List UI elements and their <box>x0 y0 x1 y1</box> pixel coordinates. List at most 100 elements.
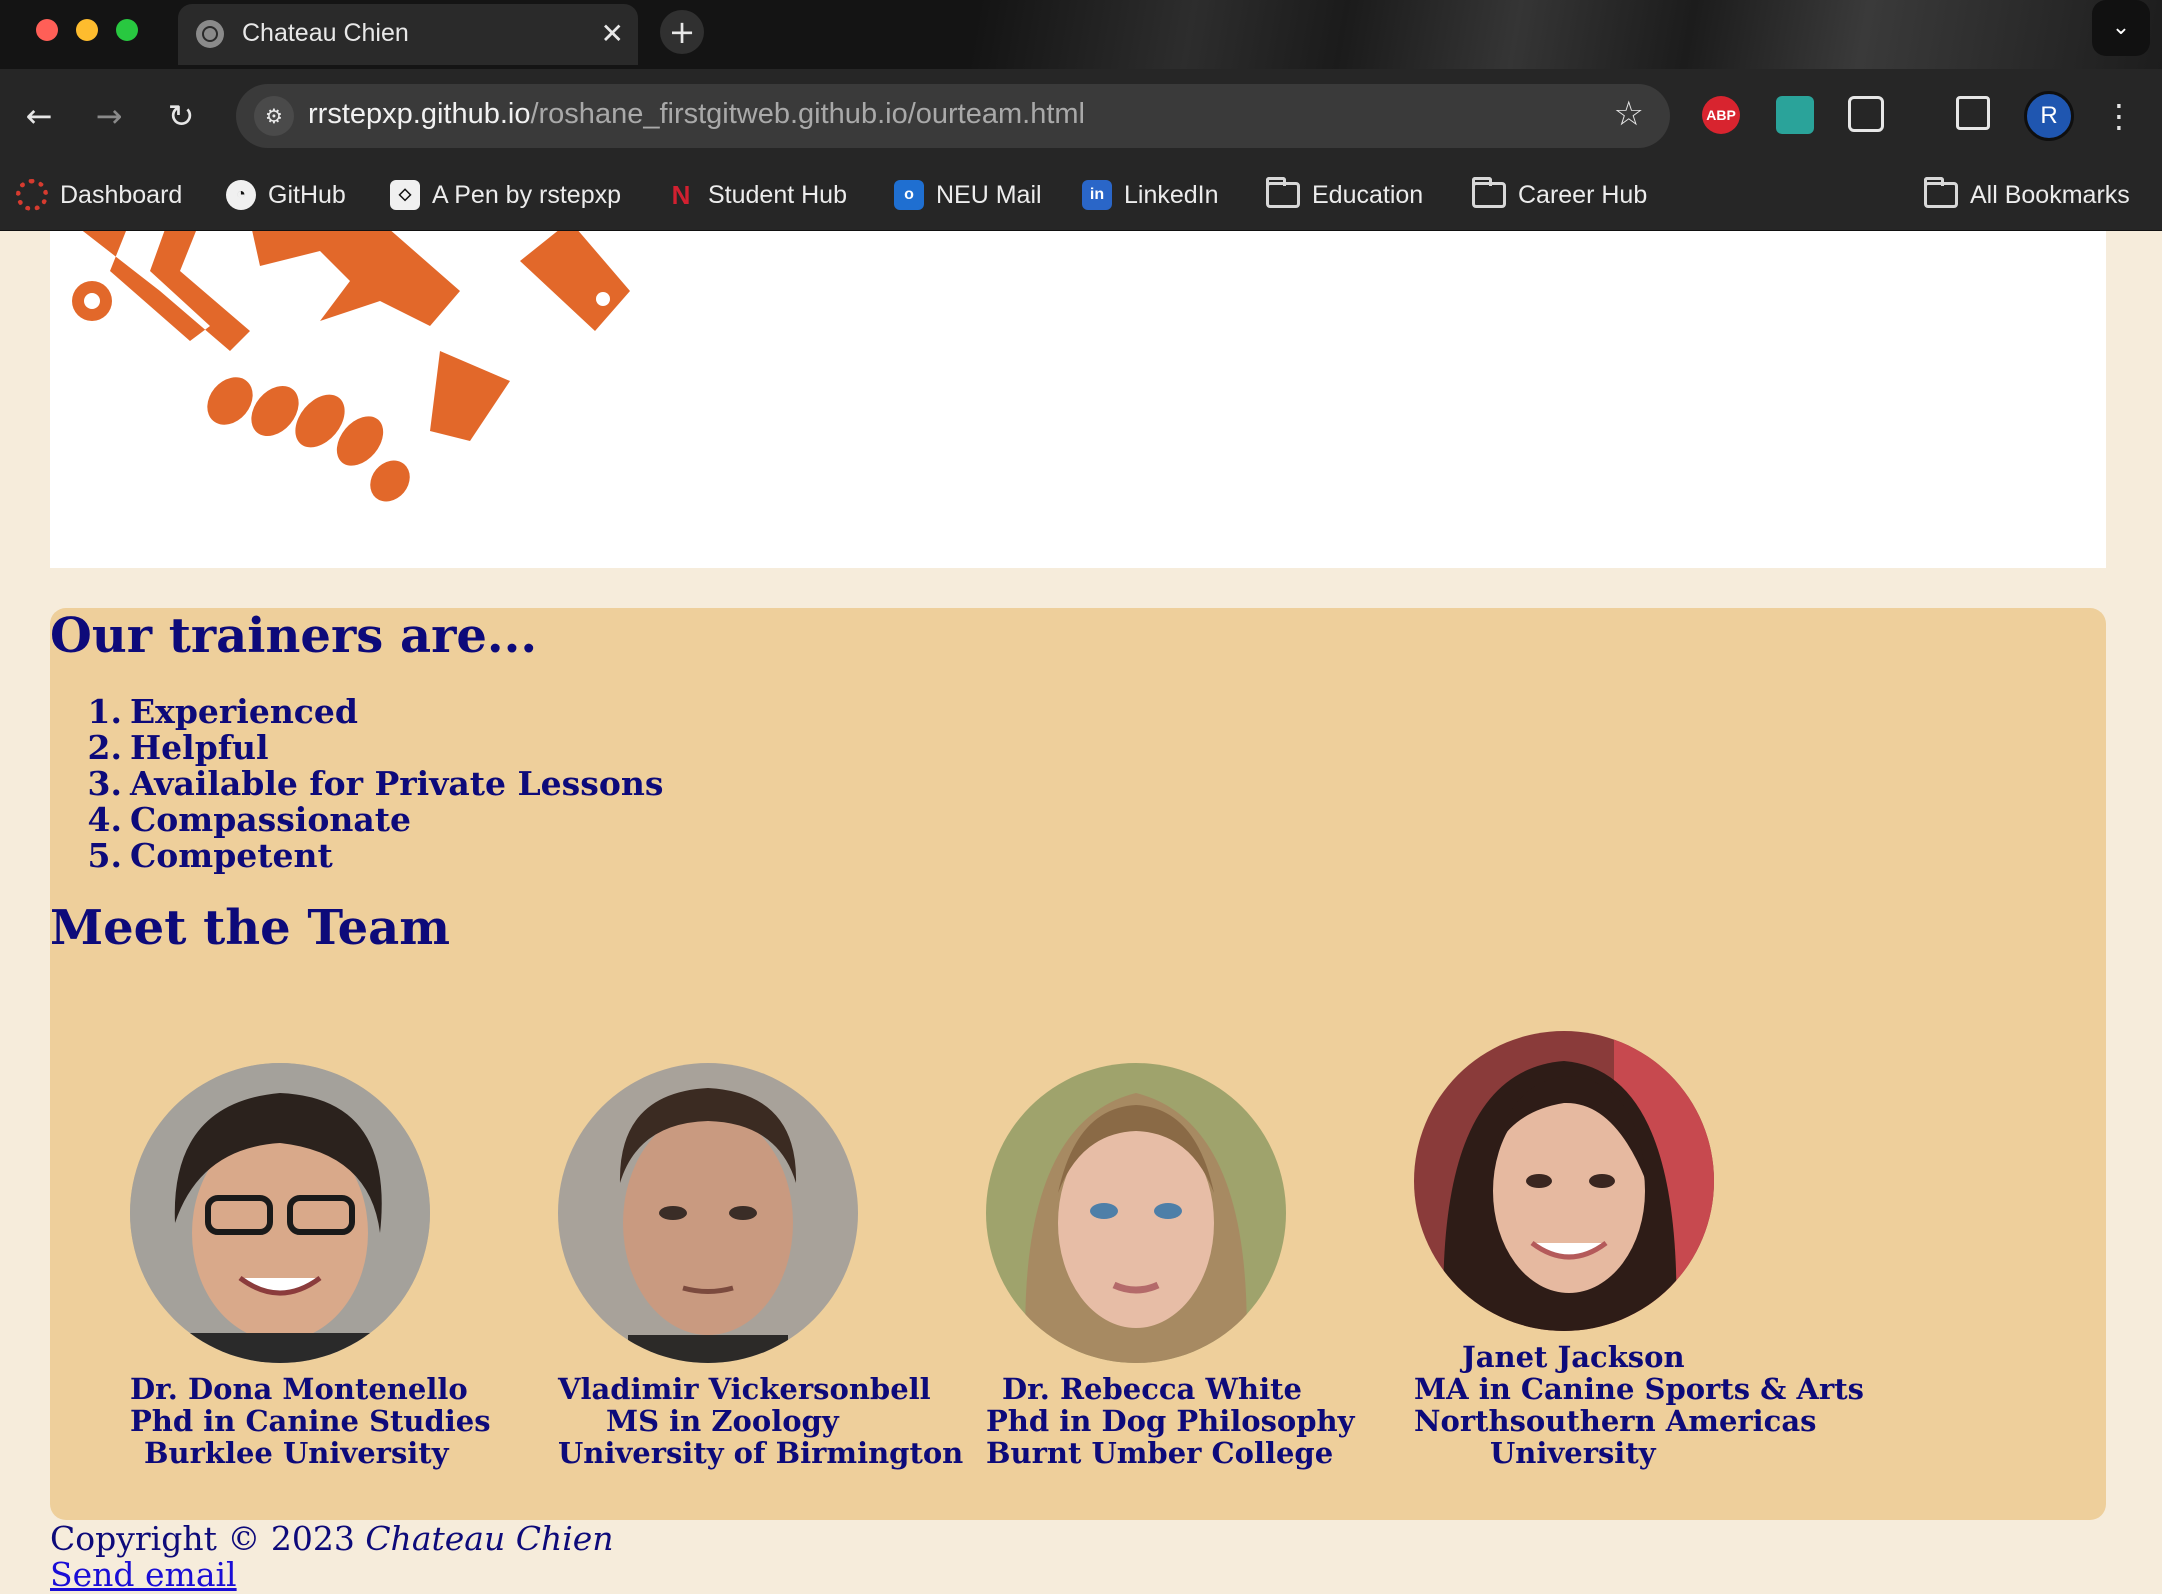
minimize-window-button[interactable] <box>76 19 98 41</box>
side-panel-icon[interactable] <box>1956 96 1990 130</box>
arrow-left-icon: ← <box>25 97 53 135</box>
folder-icon <box>1472 177 1506 208</box>
trait-item: Competent <box>87 836 333 875</box>
bookmark-label: GitHub <box>268 180 346 209</box>
member-degree: Phd in Dog Philosophy <box>986 1404 1355 1438</box>
bookmark-label: NEU Mail <box>936 180 1042 209</box>
team-member: Dr. Dona Montenello Phd in Canine Studie… <box>130 1063 550 1469</box>
bookmark-label: A Pen by rstepxp <box>432 180 622 209</box>
copyright-line: Copyright © 2023 Chateau Chien <box>50 1521 614 1557</box>
all-bookmarks-label: All Bookmarks <box>1970 180 2130 209</box>
trait-item: Compassionate <box>87 800 411 839</box>
footer-brand: Chateau Chien <box>365 1519 614 1558</box>
team-heading: Meet the Team <box>50 900 451 956</box>
member-degree: MA in Canine Sports & Arts <box>1414 1372 1864 1406</box>
member-photo <box>1414 1031 1714 1331</box>
bookmark-dashboard[interactable]: Dashboard <box>16 175 182 215</box>
member-photo <box>986 1063 1286 1363</box>
bookmark-student-hub[interactable]: N Student Hub <box>666 175 847 215</box>
trainer-traits-list: Experienced Helpful Available for Privat… <box>87 692 664 875</box>
trait-item: Available for Private Lessons <box>87 764 664 803</box>
member-caption: Janet Jackson MA in Canine Sports & Arts… <box>1414 1340 1864 1470</box>
reload-button[interactable]: ↻ <box>158 93 204 139</box>
member-degree: Phd in Canine Studies <box>130 1404 491 1438</box>
bookmark-label: Dashboard <box>60 180 183 209</box>
member-name: Vladimir Vickersonbell <box>558 1372 931 1406</box>
member-school: University of Birmington <box>558 1436 964 1470</box>
bookmark-codepen[interactable]: ◇ A Pen by rstepxp <box>390 175 621 215</box>
github-icon: ◔ <box>226 180 256 210</box>
canvas-icon <box>16 179 48 211</box>
bookmark-label: Student Hub <box>708 180 847 209</box>
new-tab-button[interactable]: + <box>660 10 704 54</box>
bookmark-label: Education <box>1312 180 1424 209</box>
bookmark-star-icon[interactable]: ☆ <box>1614 94 1644 134</box>
menu-button[interactable]: ⋮ <box>2096 93 2142 139</box>
extension-icon[interactable] <box>1776 96 1814 134</box>
bookmark-neu-mail[interactable]: o NEU Mail <box>894 175 1042 215</box>
bookmark-folder-education[interactable]: Education <box>1266 175 1423 215</box>
team-member: Janet Jackson MA in Canine Sports & Arts… <box>1414 1031 1864 1470</box>
member-caption: Dr. Dona Montenello Phd in Canine Studie… <box>130 1373 550 1469</box>
member-photo <box>558 1063 858 1363</box>
bookmark-github[interactable]: ◔ GitHub <box>226 175 346 215</box>
arrow-right-icon: → <box>95 97 123 135</box>
hero-banner <box>50 231 2106 568</box>
footer: Copyright © 2023 Chateau Chien Send emai… <box>50 1521 614 1593</box>
tab-title: Chateau Chien <box>242 19 409 47</box>
navigation-bar: ← → ↻ ⚙ rrstepxp.github.io/roshane_first… <box>0 69 2162 163</box>
member-name: Janet Jackson <box>1462 1340 1685 1374</box>
bookmark-folder-career-hub[interactable]: Career Hub <box>1472 175 1647 215</box>
tab-close-button[interactable]: ✕ <box>601 14 624 54</box>
trainers-heading: Our trainers are... <box>50 608 538 664</box>
globe-icon <box>196 20 224 48</box>
reload-icon: ↻ <box>167 97 195 135</box>
member-caption: Dr. Rebecca White Phd in Dog Philosophy … <box>986 1373 1406 1469</box>
profile-avatar[interactable]: R <box>2024 91 2074 141</box>
tab-bar: Chateau Chien ✕ + ⌄ <box>0 0 2162 69</box>
address-bar[interactable]: ⚙ rrstepxp.github.io/roshane_firstgitweb… <box>236 84 1670 148</box>
linkedin-icon: in <box>1082 180 1112 210</box>
chevron-down-icon: ⌄ <box>2111 15 2131 40</box>
folder-icon <box>1924 177 1958 208</box>
trait-item: Experienced <box>87 692 358 731</box>
active-tab[interactable]: Chateau Chien ✕ <box>178 4 638 65</box>
member-caption: Vladimir Vickersonbell MS in Zoology Uni… <box>558 1373 978 1469</box>
member-degree: MS in Zoology <box>606 1404 839 1438</box>
folder-icon <box>1266 177 1300 208</box>
neu-icon: N <box>671 180 691 210</box>
forward-button[interactable]: → <box>86 93 132 139</box>
member-school: Burnt Umber College <box>986 1436 1334 1470</box>
adblock-extension-icon[interactable]: ABP <box>1702 96 1740 134</box>
member-name: Dr. Dona Montenello <box>130 1372 468 1406</box>
team-member: Vladimir Vickersonbell MS in Zoology Uni… <box>558 1063 978 1469</box>
url-text[interactable]: rrstepxp.github.io/roshane_firstgitweb.g… <box>308 98 1085 131</box>
back-button[interactable]: ← <box>16 93 62 139</box>
url-path: /roshane_firstgitweb.github.io/ourteam.h… <box>530 98 1085 130</box>
copyright-text: Copyright © 2023 <box>50 1519 366 1558</box>
trait-item: Helpful <box>87 728 269 767</box>
send-email-link[interactable]: Send email <box>50 1557 614 1593</box>
outlook-icon: o <box>894 180 924 210</box>
trainers-section: Our trainers are... Experienced Helpful … <box>50 608 2106 1520</box>
url-host: rrstepxp.github.io <box>308 98 531 130</box>
member-school: Burklee University <box>144 1436 449 1470</box>
tab-search-button[interactable]: ⌄ <box>2092 0 2150 56</box>
close-window-button[interactable] <box>36 19 58 41</box>
bookmarks-bar: Dashboard ◔ GitHub ◇ A Pen by rstepxp N … <box>0 163 2162 231</box>
member-school-cont: University <box>1490 1436 1656 1470</box>
bookmark-label: LinkedIn <box>1124 180 1219 209</box>
member-school: Northsouthern Americas <box>1414 1404 1817 1438</box>
site-settings-icon[interactable]: ⚙ <box>254 96 294 136</box>
handshake-logo <box>72 231 630 502</box>
member-photo <box>130 1063 430 1363</box>
bookmark-linkedin[interactable]: in LinkedIn <box>1082 175 1219 215</box>
maximize-window-button[interactable] <box>116 19 138 41</box>
puzzle-icon[interactable] <box>1848 96 1884 132</box>
all-bookmarks-button[interactable]: All Bookmarks <box>1924 175 2130 215</box>
web-page: Our trainers are... Experienced Helpful … <box>0 231 2162 1593</box>
browser-chrome: Chateau Chien ✕ + ⌄ ← → ↻ ⚙ rrstepxp.git… <box>0 0 2162 231</box>
member-name: Dr. Rebecca White <box>1002 1372 1302 1406</box>
bookmark-label: Career Hub <box>1518 180 1648 209</box>
codepen-icon: ◇ <box>390 180 420 210</box>
